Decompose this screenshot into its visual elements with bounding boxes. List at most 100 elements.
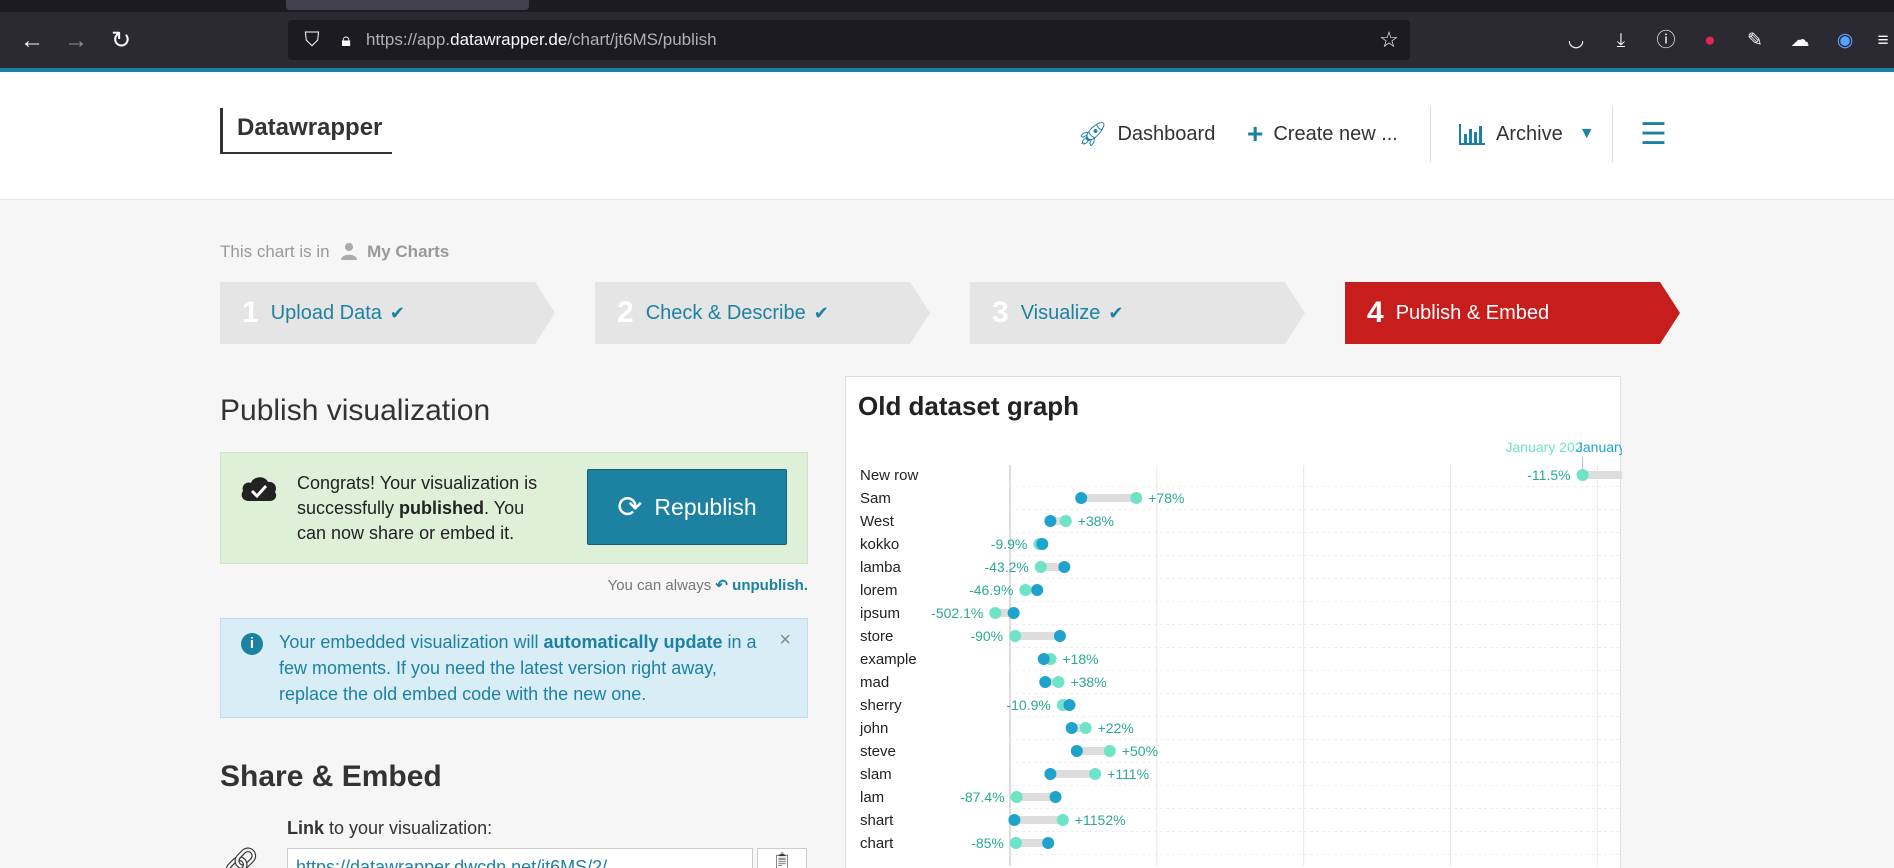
step-visualize[interactable]: 3 Visualize ✔ bbox=[970, 282, 1305, 344]
unpublish-prefix: You can always bbox=[607, 577, 712, 594]
lock-icon[interactable]: 🔒︎ bbox=[334, 28, 358, 52]
step-number: 3 bbox=[992, 296, 1009, 329]
legend-label-b: January 2021 bbox=[1576, 439, 1622, 455]
change-label: -10.9% bbox=[1006, 697, 1050, 713]
checkmark-icon: ✔ bbox=[389, 302, 405, 323]
bookmark-star-icon[interactable]: ☆ bbox=[1376, 27, 1402, 53]
change-label: +50% bbox=[1122, 743, 1158, 759]
menu-dashboard-label: Dashboard bbox=[1117, 122, 1216, 145]
step-check-describe[interactable]: 2 Check & Describe ✔ bbox=[595, 282, 930, 344]
dot-january-2021 bbox=[1031, 584, 1044, 596]
change-label: +111% bbox=[1107, 766, 1149, 782]
row-label: ipsum bbox=[860, 605, 900, 622]
bar-chart-icon bbox=[1459, 124, 1485, 145]
info-extension-icon[interactable]: ⓘ bbox=[1653, 28, 1679, 54]
dot-january-2021 bbox=[1070, 745, 1083, 757]
dot-january-2021 bbox=[1036, 538, 1049, 550]
step-number: 2 bbox=[617, 296, 634, 329]
row-label: kokko bbox=[860, 536, 899, 553]
location-folder[interactable]: My Charts bbox=[367, 242, 449, 261]
tab-strip bbox=[0, 0, 1894, 12]
unpublish-link[interactable]: ↶ unpublish. bbox=[715, 577, 808, 594]
menu-create-new[interactable]: + Create new ... bbox=[1247, 114, 1398, 154]
url-bar[interactable]: ⛉ 🔒︎ https://app.datawrapper.de/chart/jt… bbox=[288, 20, 1410, 60]
plus-icon: + bbox=[1247, 118, 1264, 149]
blue-extension-icon[interactable]: ◉ bbox=[1832, 28, 1858, 54]
step-label: Publish & Embed bbox=[1395, 301, 1550, 324]
back-icon[interactable]: ← bbox=[17, 26, 47, 56]
dot-january-2020 bbox=[989, 607, 1002, 619]
unpublish-line: You can always ↶ unpublish. bbox=[608, 576, 808, 594]
active-tab[interactable] bbox=[286, 0, 529, 10]
reload-icon[interactable]: ↻ bbox=[106, 26, 136, 56]
hamburger-menu-icon[interactable]: ☰ bbox=[1640, 114, 1667, 154]
row-label: West bbox=[860, 513, 895, 530]
forward-icon[interactable]: → bbox=[61, 26, 91, 56]
row-label: Sam bbox=[860, 490, 891, 507]
menu-divider bbox=[1612, 106, 1613, 162]
row-label: store bbox=[860, 628, 893, 645]
dot-january-2020 bbox=[1052, 676, 1065, 688]
rocket-icon: 🚀︎ bbox=[1077, 120, 1108, 148]
step-label: Visualize bbox=[1020, 301, 1101, 324]
step-label: Check & Describe bbox=[645, 301, 806, 324]
republish-button[interactable]: ⟳ Republish bbox=[587, 469, 787, 545]
browser-menu-icon[interactable]: ≡ bbox=[1870, 28, 1894, 54]
undo-icon: ↶ bbox=[715, 577, 728, 594]
download-icon[interactable]: ⤓ bbox=[1608, 28, 1634, 54]
close-icon[interactable]: × bbox=[779, 629, 791, 652]
dot-january-2021 bbox=[1049, 791, 1062, 803]
legend-label-a: January 202 bbox=[1506, 439, 1583, 455]
cloud-check-icon bbox=[241, 477, 277, 501]
dot-january-2020 bbox=[1576, 469, 1589, 481]
change-label: +38% bbox=[1070, 674, 1106, 690]
step-upload-data[interactable]: 1 Upload Data ✔ bbox=[220, 282, 555, 344]
dot-january-2021 bbox=[1063, 699, 1076, 711]
red-extension-icon[interactable]: ● bbox=[1697, 28, 1723, 54]
dot-january-2020 bbox=[1056, 814, 1069, 826]
change-label: -46.9% bbox=[969, 582, 1013, 598]
menu-dashboard[interactable]: 🚀︎ Dashboard bbox=[1077, 114, 1215, 154]
dot-january-2021 bbox=[1058, 561, 1071, 573]
datawrapper-logo[interactable]: Datawrapper bbox=[220, 108, 393, 154]
pocket-icon[interactable]: ◡ bbox=[1563, 28, 1589, 54]
row-label: lorem bbox=[860, 582, 898, 599]
clipboard-icon[interactable]: 📋︎ bbox=[757, 848, 807, 868]
step-number: 4 bbox=[1367, 296, 1384, 329]
chart-preview: Old dataset graph 02000400060008000Janua… bbox=[845, 376, 1622, 868]
dot-january-2021 bbox=[1039, 676, 1052, 688]
shield-icon[interactable]: ⛉ bbox=[300, 28, 324, 52]
dot-january-2020 bbox=[1009, 837, 1022, 849]
info-icon: i bbox=[241, 633, 263, 655]
pen-extension-icon[interactable]: ✎ bbox=[1742, 28, 1768, 54]
change-label: -43.2% bbox=[984, 559, 1028, 575]
chevron-down-icon[interactable]: ▼ bbox=[1579, 125, 1595, 143]
change-label: +38% bbox=[1078, 513, 1114, 529]
change-label: -85% bbox=[971, 835, 1004, 851]
change-label: +22% bbox=[1098, 720, 1134, 736]
step-label: Upload Data bbox=[270, 301, 382, 324]
republish-label: Republish bbox=[654, 493, 757, 520]
change-label: +18% bbox=[1062, 651, 1098, 667]
change-label: -9.9% bbox=[991, 536, 1028, 552]
menu-archive-label: Archive bbox=[1496, 122, 1563, 145]
url-text[interactable]: https://app.datawrapper.de/chart/jt6MS/p… bbox=[366, 30, 717, 50]
share-heading: Share & Embed bbox=[220, 760, 442, 793]
step-publish-embed[interactable]: 4 Publish & Embed bbox=[1345, 282, 1680, 344]
checkmark-icon: ✔ bbox=[1108, 302, 1124, 323]
menu-archive[interactable]: Archive ▼ bbox=[1458, 114, 1595, 154]
row-label: chart bbox=[860, 835, 894, 852]
link-chain-icon: 🔗︎ bbox=[222, 847, 261, 868]
step-number: 1 bbox=[242, 296, 259, 329]
range-chart: 02000400060008000January 202January 2021… bbox=[859, 439, 1622, 866]
share-link-input[interactable]: https://datawrapper.dwcdn.net/jt6MS/2/ bbox=[287, 848, 753, 868]
location-prefix: This chart is in bbox=[220, 242, 330, 261]
dot-january-2021 bbox=[1044, 515, 1057, 527]
dot-january-2020 bbox=[1019, 584, 1032, 596]
link-label: Link to your visualization: bbox=[287, 818, 493, 838]
mask-extension-icon[interactable]: ☁ bbox=[1787, 28, 1813, 54]
dot-january-2020 bbox=[1034, 561, 1047, 573]
dot-january-2021 bbox=[1008, 814, 1021, 826]
row-label: lamba bbox=[860, 559, 902, 576]
dot-january-2021 bbox=[1044, 768, 1057, 780]
